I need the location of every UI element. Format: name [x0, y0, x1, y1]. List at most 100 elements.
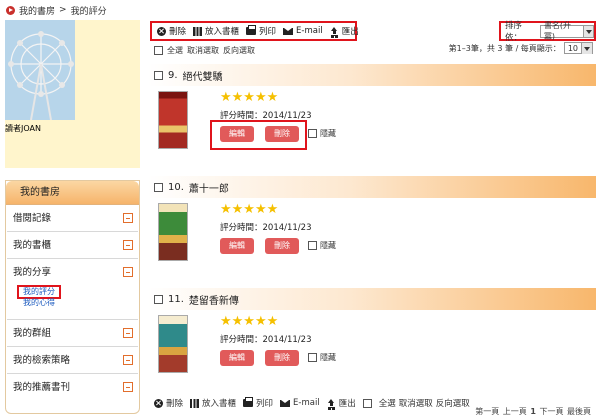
last-page-link[interactable]: 最後頁: [567, 407, 591, 416]
collapse-icon[interactable]: [123, 213, 133, 223]
book-item: 10. 蕭十一郎 ★★★★★ 評分時間：2014/11/23 編輯 刪除 隱藏: [148, 176, 596, 276]
add-to-shelf-button[interactable]: 放入書櫃: [193, 25, 239, 37]
delete-label: 刪除: [169, 27, 187, 37]
deselect-link[interactable]: 取消選取: [187, 45, 219, 56]
sidebar-item-search-strategies[interactable]: 我的檢索策略: [7, 347, 138, 374]
book-title[interactable]: 楚留香新傳: [189, 292, 239, 307]
add-to-shelf-button[interactable]: 放入書櫃: [190, 397, 236, 409]
footer-toolbar: 刪除 放入書櫃 列印 E-mail 匯出 全選 取消選取 反向選取: [154, 397, 470, 409]
book-actions: 編輯 刪除: [220, 350, 299, 366]
export-icon: [327, 398, 336, 408]
bookshelf-icon: [193, 26, 203, 36]
sort-control: 排序依： 書名(升冪): [499, 21, 596, 43]
main-content: 刪除 放入書櫃 列印 E-mail 匯出 排序依： 書名(升冪) 全選 取消選取…: [148, 20, 596, 416]
collapse-icon[interactable]: [123, 382, 133, 392]
select-all-link[interactable]: 全選: [379, 397, 396, 409]
per-page-value: 10: [567, 43, 578, 53]
rating-date: 評分時間：2014/11/23: [220, 335, 312, 345]
delete-label: 刪除: [166, 399, 184, 409]
sidebar-item-borrow-records[interactable]: 借閱記錄: [7, 205, 138, 232]
current-page: 1: [530, 407, 536, 416]
book-checkbox[interactable]: [154, 294, 163, 304]
delete-rating-button[interactable]: 刪除: [265, 350, 299, 366]
pagination: 第一頁 上一頁 1 下一頁 最後頁: [475, 406, 591, 416]
sidebar-item-label: 借閱記錄: [13, 213, 52, 224]
sidebar-item-my-shares[interactable]: 我的分享 我的評分 我的心得: [7, 259, 138, 320]
delete-icon: [157, 26, 166, 36]
email-button[interactable]: E-mail: [280, 398, 320, 408]
breadcrumb: 我的書房 > 我的評分: [6, 3, 107, 17]
breadcrumb-home[interactable]: 我的書房: [19, 4, 55, 17]
edit-button[interactable]: 編輯: [220, 350, 254, 366]
print-button[interactable]: 列印: [246, 25, 276, 37]
collapse-icon[interactable]: [123, 240, 133, 250]
book-item: 11. 楚留香新傳 ★★★★★ 評分時間：2014/11/23 編輯 刪除 隱藏: [148, 288, 596, 388]
bookshelf-icon: [190, 398, 200, 408]
arrow-bullet-icon: [6, 5, 15, 15]
sidebar-subitem-my-reviews[interactable]: 我的心得: [23, 298, 55, 308]
next-page-link[interactable]: 下一頁: [539, 407, 563, 416]
book-title[interactable]: 絕代雙驕: [183, 68, 223, 83]
book-cover[interactable]: [158, 315, 188, 373]
print-label: 列印: [256, 399, 274, 409]
deselect-link[interactable]: 取消選取: [399, 397, 433, 409]
book-header: 9. 絕代雙驕: [148, 64, 596, 86]
email-button[interactable]: E-mail: [283, 26, 323, 36]
rating-stars[interactable]: ★★★★★: [220, 203, 278, 217]
sidebar: 讀者JOAN 我的書房 借閱記錄 我的書櫃 我的分享 我的評分 我的心得 我的群…: [5, 20, 140, 414]
export-label: 匯出: [338, 399, 356, 409]
print-label: 列印: [259, 27, 277, 37]
hide-label: 隱藏: [320, 241, 336, 250]
book-title[interactable]: 蕭十一郎: [189, 180, 229, 195]
delete-rating-button[interactable]: 刪除: [265, 238, 299, 254]
sidebar-item-label: 我的書櫃: [13, 240, 52, 251]
export-button[interactable]: 匯出: [327, 397, 356, 409]
sidebar-subitem-my-ratings[interactable]: 我的評分: [17, 285, 61, 299]
delete-button[interactable]: 刪除: [154, 397, 183, 409]
first-page-link[interactable]: 第一頁: [475, 407, 499, 416]
invert-selection-link[interactable]: 反向選取: [223, 45, 255, 56]
sidebar-title: 我的書房: [6, 181, 139, 205]
profile-photo: [5, 20, 75, 120]
book-index: 9.: [168, 69, 178, 81]
rating-stars[interactable]: ★★★★★: [220, 91, 278, 105]
sidebar-item-label: 我的檢索策略: [13, 355, 71, 366]
book-header: 10. 蕭十一郎: [148, 176, 596, 198]
invert-selection-link[interactable]: 反向選取: [436, 397, 470, 409]
per-page-select[interactable]: 10: [563, 42, 593, 54]
sort-select[interactable]: 書名(升冪): [539, 21, 594, 41]
hide-option: 隱藏: [308, 240, 336, 251]
select-all-link[interactable]: 全選: [167, 45, 183, 56]
export-button[interactable]: 匯出: [330, 25, 359, 37]
sidebar-item-label: 我的群組: [13, 328, 52, 339]
rating-stars[interactable]: ★★★★★: [220, 315, 278, 329]
select-all-checkbox[interactable]: [154, 46, 163, 55]
sidebar-item-recommended[interactable]: 我的推薦書刊: [7, 374, 138, 401]
collapse-icon[interactable]: [123, 355, 133, 365]
book-index: 11.: [168, 293, 184, 305]
sidebar-nav: 我的書房 借閱記錄 我的書櫃 我的分享 我的評分 我的心得 我的群組 我的檢索策…: [5, 180, 140, 414]
hide-option: 隱藏: [308, 128, 336, 139]
prev-page-link[interactable]: 上一頁: [503, 407, 527, 416]
delete-rating-button[interactable]: 刪除: [265, 126, 299, 142]
delete-icon: [154, 398, 163, 408]
book-cover[interactable]: [158, 91, 188, 149]
sidebar-item-bookshelf[interactable]: 我的書櫃: [7, 232, 138, 259]
edit-button[interactable]: 編輯: [220, 238, 254, 254]
book-checkbox[interactable]: [154, 182, 163, 192]
book-checkbox[interactable]: [154, 70, 163, 80]
collapse-icon[interactable]: [123, 328, 133, 338]
print-button[interactable]: 列印: [243, 397, 273, 409]
collapse-icon[interactable]: [123, 267, 133, 277]
mail-icon: [280, 399, 291, 407]
hide-checkbox[interactable]: [308, 353, 317, 362]
select-all-checkbox[interactable]: [362, 398, 372, 408]
edit-button[interactable]: 編輯: [220, 126, 254, 142]
book-cover[interactable]: [158, 203, 188, 261]
delete-button[interactable]: 刪除: [157, 25, 186, 37]
sidebar-item-groups[interactable]: 我的群組: [7, 320, 138, 347]
hide-checkbox[interactable]: [308, 129, 317, 138]
sort-label: 排序依：: [505, 21, 523, 43]
book-header: 11. 楚留香新傳: [148, 288, 596, 310]
hide-checkbox[interactable]: [308, 241, 317, 250]
